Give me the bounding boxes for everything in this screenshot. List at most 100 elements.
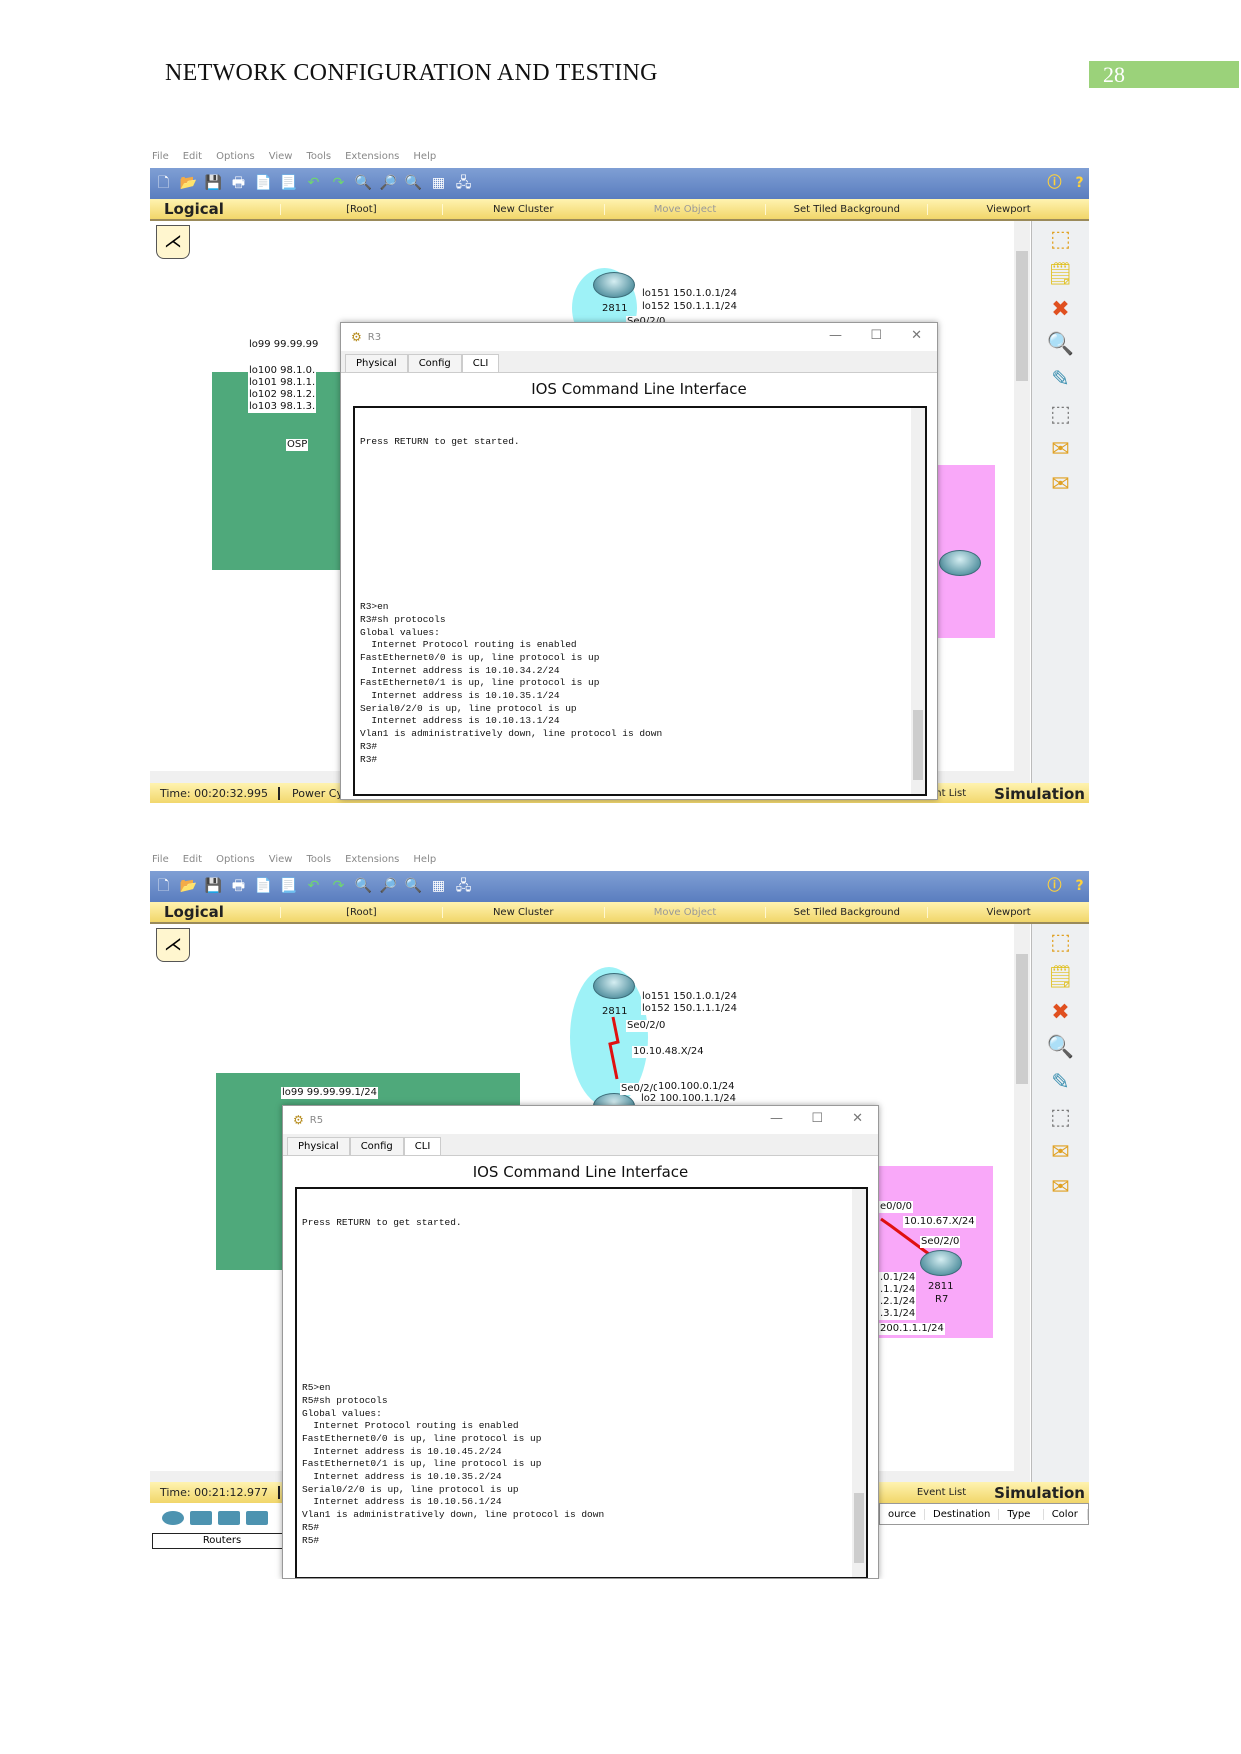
event-list-button[interactable]: nt List xyxy=(935,788,966,799)
navigation-icon[interactable]: ⋌ xyxy=(156,225,190,259)
menu-extensions[interactable]: Extensions xyxy=(345,854,399,866)
undo-icon[interactable]: ↶ xyxy=(304,174,323,193)
menu-help[interactable]: Help xyxy=(413,151,436,163)
terminal-scrollbar[interactable] xyxy=(911,408,925,794)
note-icon[interactable]: 🗒 xyxy=(1041,962,1081,994)
bar-item-set-tiled-background[interactable]: Set Tiled Background xyxy=(765,906,927,918)
bar-item-root[interactable]: [Root] xyxy=(280,906,442,918)
menu-options[interactable]: Options xyxy=(216,854,255,866)
activity-wizard-icon[interactable]: 📄 xyxy=(254,877,273,896)
close-button[interactable]: ✕ xyxy=(911,328,922,343)
redo-icon[interactable]: ↷ xyxy=(329,877,348,896)
switch-device-icon[interactable] xyxy=(190,1511,212,1525)
bar-item-move-object[interactable]: Move Object xyxy=(603,906,766,918)
new-file-icon[interactable]: 🗋 xyxy=(154,877,173,896)
select-icon[interactable]: ⬚ xyxy=(1041,224,1081,256)
inspect-icon[interactable]: 🔍 xyxy=(1041,1032,1081,1064)
activity-wizard-icon[interactable]: 📄 xyxy=(254,174,273,193)
info-icon[interactable]: ⓘ xyxy=(1045,174,1064,193)
palette-icon[interactable]: ▦ xyxy=(429,877,448,896)
custom-device-icon[interactable]: 🖧 xyxy=(454,877,473,896)
add-complex-pdu-icon[interactable]: ✉ xyxy=(1041,1172,1081,1204)
save-icon[interactable]: 💾 xyxy=(204,174,223,193)
pdu-list-icon[interactable]: 📃 xyxy=(279,174,298,193)
scrollbar-thumb[interactable] xyxy=(1016,954,1028,1084)
router-icon[interactable] xyxy=(920,1250,962,1276)
simulation-mode-tab[interactable]: Simulation xyxy=(994,1484,1085,1502)
scrollbar-thumb[interactable] xyxy=(1016,251,1028,381)
canvas-vertical-scrollbar[interactable] xyxy=(1014,221,1030,783)
menu-options[interactable]: Options xyxy=(216,151,255,163)
inspect-icon[interactable]: 🔍 xyxy=(1041,329,1081,361)
bar-item-root[interactable]: [Root] xyxy=(280,203,442,215)
menu-tools[interactable]: Tools xyxy=(306,151,331,163)
open-folder-icon[interactable]: 📂 xyxy=(179,174,198,193)
router-icon[interactable] xyxy=(939,550,981,576)
menu-view[interactable]: View xyxy=(269,854,293,866)
tab-config[interactable]: Config xyxy=(407,354,462,372)
print-icon[interactable]: 🖶 xyxy=(229,174,248,193)
cli-terminal[interactable]: Press RETURN to get started. R5>en R5#sh … xyxy=(295,1187,868,1578)
zoom-in-icon[interactable]: 🔍 xyxy=(354,877,373,896)
redo-icon[interactable]: ↷ xyxy=(329,174,348,193)
router-device-icon[interactable] xyxy=(162,1511,184,1525)
zoom-in-icon[interactable]: 🔍 xyxy=(354,174,373,193)
hub-device-icon[interactable] xyxy=(218,1511,240,1525)
menu-extensions[interactable]: Extensions xyxy=(345,151,399,163)
bar-item-move-object[interactable]: Move Object xyxy=(603,203,766,215)
column-header[interactable]: ource xyxy=(880,1508,925,1520)
zoom-reset-icon[interactable]: 🔎 xyxy=(379,877,398,896)
resize-icon[interactable]: ⬚ xyxy=(1041,399,1081,431)
custom-device-icon[interactable]: 🖧 xyxy=(454,174,473,193)
router-icon[interactable] xyxy=(593,272,635,298)
column-header[interactable]: Destination xyxy=(925,1508,1000,1520)
undo-icon[interactable]: ↶ xyxy=(304,877,323,896)
zoom-out-icon[interactable]: 🔍 xyxy=(404,877,423,896)
menu-view[interactable]: View xyxy=(269,151,293,163)
info-icon[interactable]: ⓘ xyxy=(1045,877,1064,896)
scrollbar-thumb[interactable] xyxy=(854,1493,864,1563)
menu-edit[interactable]: Edit xyxy=(183,854,202,866)
menu-help[interactable]: Help xyxy=(413,854,436,866)
menu-edit[interactable]: Edit xyxy=(183,151,202,163)
tab-physical[interactable]: Physical xyxy=(287,1137,350,1155)
note-icon[interactable]: 🗒 xyxy=(1041,259,1081,291)
pdu-list-icon[interactable]: 📃 xyxy=(279,877,298,896)
bar-item-set-tiled-background[interactable]: Set Tiled Background xyxy=(765,203,927,215)
delete-icon[interactable]: ✖ xyxy=(1041,294,1081,326)
tab-config[interactable]: Config xyxy=(349,1137,404,1155)
window-title-bar[interactable]: ⚙ R3 xyxy=(341,323,937,351)
logical-mode-label[interactable]: Logical xyxy=(150,903,280,921)
open-folder-icon[interactable]: 📂 xyxy=(179,877,198,896)
draw-shape-icon[interactable]: ✎ xyxy=(1041,1067,1081,1099)
bar-item-new-cluster[interactable]: New Cluster xyxy=(441,906,604,918)
scrollbar-thumb[interactable] xyxy=(913,710,923,780)
canvas-vertical-scrollbar[interactable] xyxy=(1014,924,1030,1483)
zoom-out-icon[interactable]: 🔍 xyxy=(404,174,423,193)
zoom-reset-icon[interactable]: 🔎 xyxy=(379,174,398,193)
draw-shape-icon[interactable]: ✎ xyxy=(1041,364,1081,396)
save-icon[interactable]: 💾 xyxy=(204,877,223,896)
cli-terminal[interactable]: Press RETURN to get started. R3>en R3#sh … xyxy=(353,406,927,796)
menu-file[interactable]: File xyxy=(152,151,169,163)
event-list-button[interactable]: Event List xyxy=(917,1487,966,1498)
add-simple-pdu-icon[interactable]: ✉ xyxy=(1041,434,1081,466)
tab-physical[interactable]: Physical xyxy=(345,354,408,372)
add-simple-pdu-icon[interactable]: ✉ xyxy=(1041,1137,1081,1169)
column-header[interactable]: Color xyxy=(1044,1508,1089,1520)
close-button[interactable]: ✕ xyxy=(852,1111,863,1126)
bar-item-viewport[interactable]: Viewport xyxy=(927,203,1089,215)
power-cycle-button[interactable]: Power Cy xyxy=(280,787,343,800)
tab-cli[interactable]: CLI xyxy=(403,1137,442,1155)
delete-icon[interactable]: ✖ xyxy=(1041,997,1081,1029)
add-complex-pdu-icon[interactable]: ✉ xyxy=(1041,469,1081,501)
window-title-bar[interactable]: ⚙ R5 xyxy=(283,1106,878,1134)
minimize-button[interactable]: — xyxy=(829,328,842,343)
menu-tools[interactable]: Tools xyxy=(306,854,331,866)
maximize-button[interactable]: ☐ xyxy=(870,328,882,343)
router-icon[interactable] xyxy=(593,973,635,999)
help-icon[interactable]: ? xyxy=(1070,174,1089,193)
bar-item-new-cluster[interactable]: New Cluster xyxy=(441,203,604,215)
maximize-button[interactable]: ☐ xyxy=(811,1111,823,1126)
palette-icon[interactable]: ▦ xyxy=(429,174,448,193)
